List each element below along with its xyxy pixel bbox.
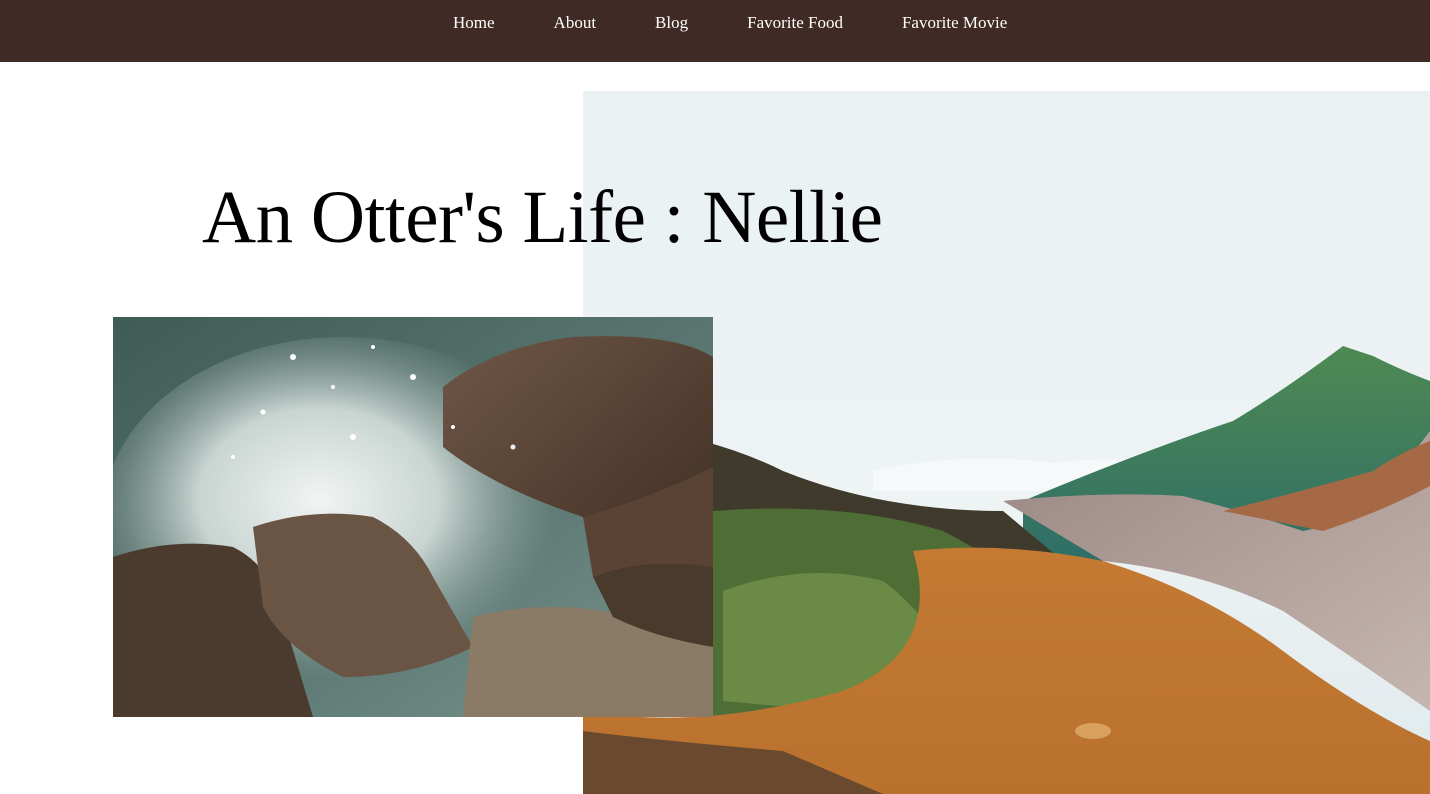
wave-splash-image [113,317,713,717]
top-navigation-bar: Home About Blog Favorite Food Favorite M… [0,0,1430,62]
page-title: An Otter's Life : Nellie [202,176,883,259]
nav-link-about[interactable]: About [554,13,597,33]
nav-link-blog[interactable]: Blog [655,13,688,33]
nav-link-home[interactable]: Home [453,13,495,33]
nav-links: Home About Blog Favorite Food Favorite M… [453,12,1007,34]
page: Home About Blog Favorite Food Favorite M… [0,0,1430,794]
nav-link-favorite-food[interactable]: Favorite Food [747,13,843,33]
nav-link-favorite-movie[interactable]: Favorite Movie [902,13,1007,33]
